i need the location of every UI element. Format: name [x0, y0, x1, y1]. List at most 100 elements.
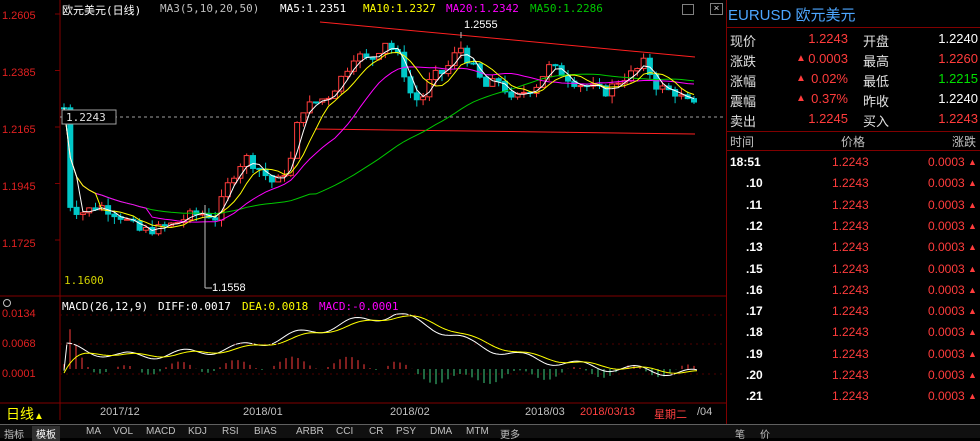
tick-row: .21 1.2243 0.0003 ▲	[728, 386, 980, 407]
candle-body	[615, 82, 622, 85]
candle-body	[691, 98, 697, 103]
panel-divider	[726, 0, 727, 424]
quote-value: 1.2240	[938, 31, 978, 46]
tick-time: .12	[746, 218, 763, 233]
lower-trendline	[314, 128, 696, 135]
quote-label: 卖出	[730, 114, 757, 129]
tick-time: .18	[746, 325, 763, 340]
tab-kdj[interactable]: KDJ	[188, 426, 207, 437]
up-arrow-icon: ▲	[968, 370, 977, 380]
tick-row: .20 1.2243 0.0003 ▲	[728, 365, 980, 386]
tab-template[interactable]: 模板	[32, 426, 60, 441]
tick-price: 1.2243	[832, 197, 869, 212]
tick-time: .17	[746, 304, 763, 319]
ticks-price-header: 价格	[841, 135, 866, 149]
macd-y-tick: 0.0068	[2, 338, 36, 350]
quote-label: 买入	[863, 114, 890, 129]
candle-body	[520, 91, 527, 94]
quote-value: 1.2260	[938, 51, 978, 66]
tab-mtm[interactable]: MTM	[466, 426, 489, 437]
tab-dma[interactable]: DMA	[430, 426, 452, 437]
quote-label: 开盘	[863, 34, 890, 49]
candle-body	[124, 218, 130, 221]
tick-price: 1.2243	[832, 155, 869, 169]
ma5-value: MA5:1.2351	[280, 2, 347, 15]
macd-value: MACD:-0.0001	[319, 300, 399, 313]
tab-psy[interactable]: PSY	[396, 426, 416, 437]
tick-price: 1.2243	[832, 240, 869, 255]
tick-row: .19 1.2243 0.0003 ▲	[728, 344, 980, 365]
tick-time: .19	[746, 346, 763, 361]
quote-label: 涨跌	[730, 54, 757, 69]
tab-more[interactable]: 更多	[500, 426, 520, 441]
tick-change: 0.0003	[928, 197, 965, 212]
tick-price: 1.2243	[832, 346, 869, 361]
tick-price: 1.2243	[832, 304, 869, 319]
tab-cci[interactable]: CCI	[336, 426, 353, 437]
macd-diff: DIFF:0.0017	[158, 300, 231, 313]
quote-row: 现价 1.2243 开盘 1.2240	[728, 29, 980, 50]
candle-body	[73, 206, 80, 215]
tab-vol[interactable]: VOL	[113, 426, 133, 437]
macd-y-tick: 0.0001	[2, 368, 36, 380]
x-date-label: 2018/01	[243, 406, 283, 418]
tick-time: .11	[746, 197, 763, 212]
tick-time: 18:51	[730, 155, 761, 169]
tick-price: 1.2243	[832, 368, 869, 382]
tick-change: 0.0003	[928, 325, 965, 340]
quote-label: 最高	[863, 54, 890, 69]
tab-arbr[interactable]: ARBR	[296, 426, 324, 437]
quote-value: 1.2245	[808, 111, 848, 126]
tick-row: 18:51 1.2243 0.0003 ▲	[728, 152, 980, 173]
base-label: 1.1600	[64, 274, 104, 287]
tab-bi[interactable]: 笔	[735, 426, 745, 441]
tick-change: 0.0003	[928, 389, 965, 404]
restore-icon[interactable]	[682, 4, 694, 15]
cursor-weekday: 星期二	[654, 409, 687, 421]
candle-body	[609, 83, 616, 97]
up-arrow-icon: ▲	[796, 73, 806, 84]
kline-chart[interactable]	[0, 0, 726, 437]
macd-y-tick: 0.0134	[2, 308, 36, 320]
tab-jia[interactable]: 价	[760, 426, 770, 441]
macd-settings-icon[interactable]	[3, 299, 11, 307]
tick-price: 1.2243	[832, 176, 869, 191]
ma50-value: MA50:1.2286	[530, 2, 603, 15]
candle-body	[250, 155, 256, 169]
candle-body	[357, 53, 364, 62]
close-icon[interactable]: ×	[710, 3, 723, 15]
tick-time: .15	[746, 261, 763, 276]
ticks-time-header: 时间	[730, 135, 755, 149]
tick-row: .17 1.2243 0.0003 ▲	[728, 301, 980, 322]
tab-rsi[interactable]: RSI	[222, 426, 239, 437]
tick-time: .16	[746, 282, 763, 297]
quote-value: 1.2243	[938, 111, 978, 126]
quote-row: 涨跌 ▲ 0.0003 最高 1.2260	[728, 49, 980, 70]
candle-body	[640, 57, 647, 70]
panel-sep	[727, 131, 980, 132]
quote-label: 最低	[863, 74, 890, 89]
candle-body	[231, 177, 238, 184]
tab-bias[interactable]: BIAS	[254, 426, 277, 437]
ma50-line	[63, 73, 695, 215]
tab-macd[interactable]: MACD	[146, 426, 175, 437]
cursor-tail: /04	[697, 406, 713, 418]
chart-title: 欧元美元(日线)	[62, 4, 142, 17]
up-arrow-icon: ▲	[968, 327, 977, 338]
tab-cr[interactable]: CR	[369, 426, 383, 437]
y-tick-label: 1.2385	[2, 67, 36, 79]
candle-body	[224, 182, 231, 198]
ma5-line	[63, 47, 695, 232]
candle-body	[111, 213, 118, 218]
tab-ma[interactable]: MA	[86, 426, 101, 437]
tick-change: 0.0003	[928, 261, 965, 276]
candle-body	[432, 69, 439, 81]
period-label[interactable]: 日线▲	[6, 404, 44, 424]
quote-value: 1.2240	[938, 91, 978, 106]
tick-row: .16 1.2243 0.0003 ▲	[728, 280, 980, 301]
tab-indicator[interactable]: 指标	[4, 426, 24, 441]
candle-body	[300, 112, 307, 124]
candle-body	[483, 76, 490, 87]
candle-body	[659, 85, 666, 90]
quote-row: 涨幅 ▲ 0.02% 最低 1.2215	[728, 69, 980, 90]
